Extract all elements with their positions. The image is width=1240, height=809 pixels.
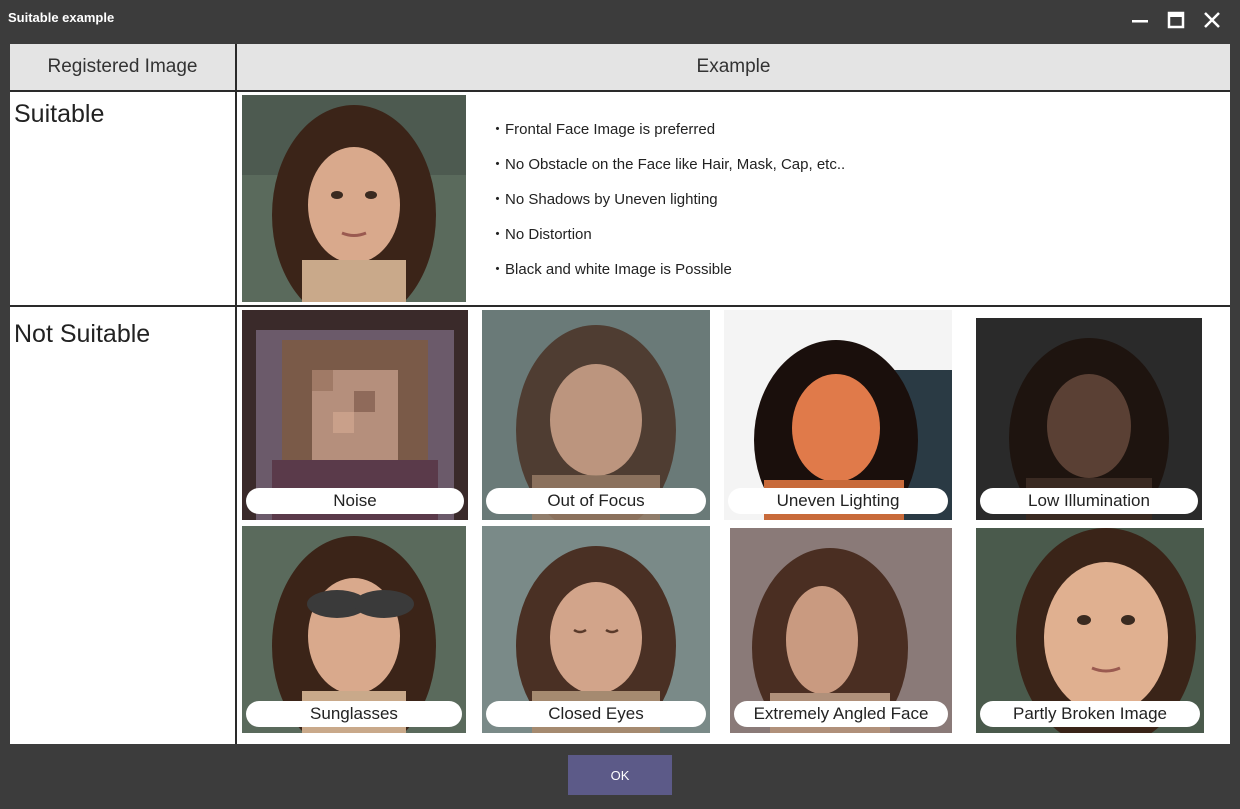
window-title: Suitable example bbox=[8, 10, 115, 25]
example-sunglasses: Sunglasses bbox=[242, 526, 466, 733]
example-extremely-angled-face: Extremely Angled Face bbox=[730, 528, 952, 733]
row-label-suitable: Suitable bbox=[14, 100, 105, 128]
example-label: Out of Focus bbox=[486, 488, 706, 514]
example-low-illumination: Low Illumination bbox=[976, 318, 1202, 520]
suitable-face-image bbox=[242, 95, 466, 302]
header-divider bbox=[10, 90, 1230, 92]
example-partly-broken-image: Partly Broken Image bbox=[976, 528, 1204, 733]
maximize-button[interactable] bbox=[1160, 5, 1192, 35]
list-item: Frontal Face Image is preferred bbox=[490, 118, 845, 153]
ok-button[interactable]: OK bbox=[568, 755, 672, 795]
close-icon bbox=[1204, 12, 1220, 28]
list-item: No Shadows by Uneven lighting bbox=[490, 188, 845, 223]
header-registered-image: Registered Image bbox=[10, 44, 235, 90]
column-divider bbox=[235, 44, 237, 744]
example-label: Extremely Angled Face bbox=[734, 701, 948, 727]
example-label: Partly Broken Image bbox=[980, 701, 1200, 727]
example-label: Closed Eyes bbox=[486, 701, 706, 727]
title-bar: Suitable example bbox=[0, 0, 1240, 40]
row-divider bbox=[10, 305, 1230, 307]
row-label-not-suitable: Not Suitable bbox=[14, 320, 151, 348]
suitable-criteria-list: Frontal Face Image is preferred No Obsta… bbox=[490, 118, 845, 293]
header-example: Example bbox=[237, 44, 1230, 90]
example-noise: Noise bbox=[242, 310, 468, 520]
example-label: Low Illumination bbox=[980, 488, 1198, 514]
maximize-icon bbox=[1167, 11, 1185, 29]
example-uneven-lighting: Uneven Lighting bbox=[724, 310, 952, 520]
face-photo-image bbox=[242, 95, 466, 302]
list-item: No Distortion bbox=[490, 223, 845, 258]
list-item: No Obstacle on the Face like Hair, Mask,… bbox=[490, 153, 845, 188]
minimize-button[interactable] bbox=[1124, 5, 1156, 35]
minimize-icon bbox=[1132, 20, 1148, 23]
example-label: Uneven Lighting bbox=[728, 488, 948, 514]
examples-table: Registered Image Example Suitable Not Su… bbox=[10, 44, 1230, 744]
example-label: Noise bbox=[246, 488, 464, 514]
example-out-of-focus: Out of Focus bbox=[482, 310, 710, 520]
list-item: Black and white Image is Possible bbox=[490, 258, 845, 293]
example-label: Sunglasses bbox=[246, 701, 462, 727]
close-button[interactable] bbox=[1196, 5, 1228, 35]
example-closed-eyes: Closed Eyes bbox=[482, 526, 710, 733]
